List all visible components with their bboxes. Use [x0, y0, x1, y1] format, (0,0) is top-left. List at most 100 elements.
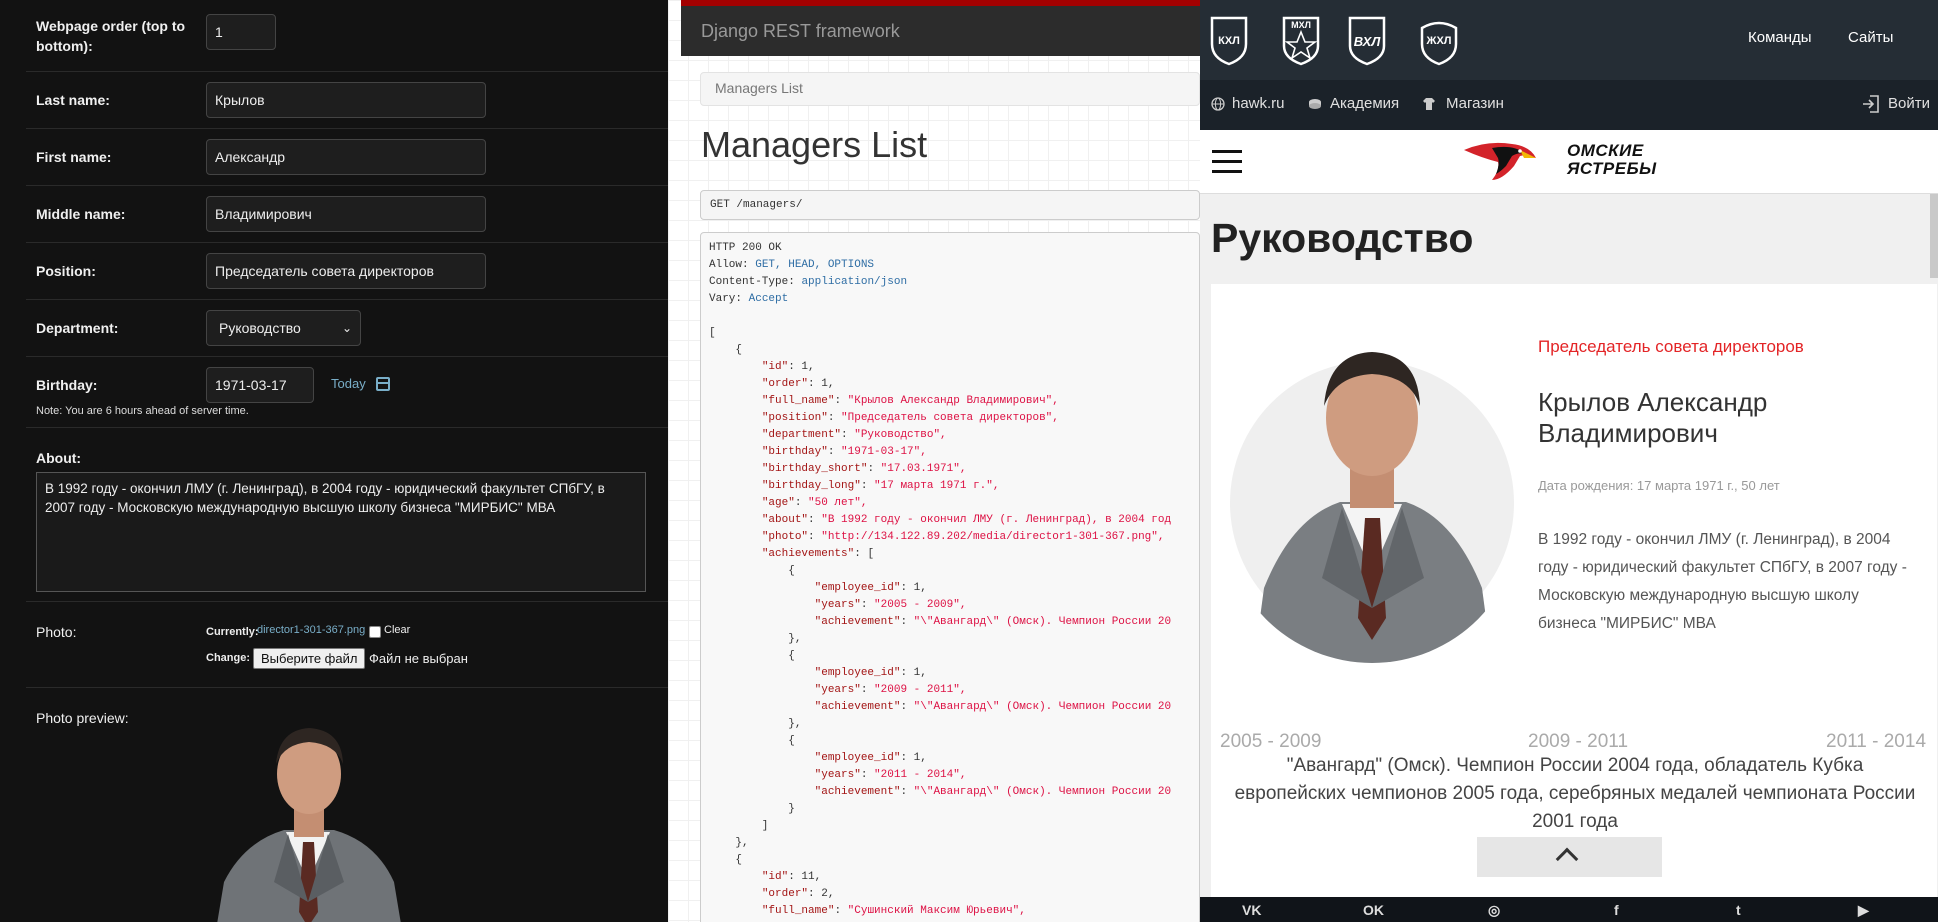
achievement-text: "Авангард" (Омск). Чемпион России 2004 г…: [1234, 755, 1916, 832]
twitter-icon[interactable]: t: [1736, 902, 1741, 918]
vk-icon[interactable]: VK: [1242, 902, 1261, 918]
portrait-image: [217, 728, 401, 922]
khl-logo-text: КХЛ: [1218, 35, 1240, 47]
year-range-1[interactable]: 2005 - 2009: [1220, 731, 1321, 753]
khl-logo-icon[interactable]: КХЛ: [1208, 14, 1250, 66]
chevron-up-icon: [1555, 847, 1579, 871]
drf-navbar: Django REST framework: [681, 6, 1200, 56]
photo-label: Photo:: [36, 624, 77, 640]
birthday-label: Birthday:: [36, 377, 98, 393]
json-line: },: [709, 718, 802, 730]
ok-icon[interactable]: OK: [1363, 902, 1384, 918]
year-range-2[interactable]: 2009 - 2011: [1528, 731, 1628, 753]
position-input[interactable]: [206, 253, 486, 289]
logo-line-2: ЯСТРЕБЫ: [1567, 159, 1657, 178]
json-line: "department": "Руководство",: [761, 429, 947, 441]
json-line: "birthday": "1971-03-17",: [761, 446, 927, 458]
birthday-row: Birthday: Today Note: You are 6 hours ah…: [26, 357, 668, 428]
order-input[interactable]: [206, 14, 276, 50]
vhl-logo-icon[interactable]: ВХЛ: [1346, 14, 1388, 66]
hawk-logo-icon[interactable]: [1462, 136, 1537, 182]
manager-name: Крылов Александр Владимирович: [1538, 387, 1768, 448]
json-line: "age": "50 лет",: [761, 497, 868, 509]
page-scrollbar[interactable]: [1930, 194, 1938, 278]
vary-value: Accept: [748, 293, 789, 305]
json-line: "position": "Председатель совета директо…: [761, 412, 1059, 424]
choose-file-button[interactable]: Выберите файл: [253, 648, 366, 669]
position-row: Position:: [26, 243, 668, 300]
youtube-icon[interactable]: ▶: [1858, 902, 1869, 919]
json-line: {: [709, 854, 743, 866]
facebook-icon[interactable]: f: [1614, 902, 1619, 918]
first-name-input[interactable]: [206, 139, 486, 175]
allow-value: GET, HEAD, OPTIONS: [755, 259, 875, 271]
json-line: "id": 11,: [761, 871, 822, 883]
breadcrumb-item[interactable]: Managers List: [715, 80, 803, 96]
manager-photo: [1222, 318, 1522, 678]
json-line: "birthday_short": "17.03.1971",: [761, 463, 967, 475]
json-line: "years": "2009 - 2011",: [814, 684, 967, 696]
hawk-logo-text[interactable]: ОМСКИЕ ЯСТРЕБЫ: [1567, 142, 1657, 178]
scroll-up-button[interactable]: [1477, 837, 1662, 877]
sub-link-academy[interactable]: Академия: [1330, 95, 1399, 112]
nav-sites[interactable]: Сайты: [1848, 29, 1893, 46]
drf-panel: Django REST framework Managers List Mana…: [668, 0, 1200, 922]
department-row: Department: Руководство ⌄: [26, 300, 668, 357]
zhl-logo-text: ЖХЛ: [1426, 35, 1452, 47]
json-line: "achievements": [: [761, 548, 875, 560]
photo-row: Photo: Currently: director1-301-367.png …: [26, 602, 668, 688]
zhl-logo-icon[interactable]: ЖХЛ: [1418, 14, 1460, 66]
last-name-row: Last name:: [26, 72, 668, 129]
json-line: },: [709, 633, 802, 645]
calendar-icon[interactable]: [376, 377, 390, 391]
json-line: "achievement": "\"Авангард\" (Омск). Чем…: [814, 786, 1172, 798]
jersey-icon: [1423, 98, 1435, 110]
current-file-link[interactable]: director1-301-367.png: [257, 624, 365, 636]
mhl-logo-icon[interactable]: МХЛ: [1280, 14, 1322, 66]
middle-name-row: Middle name:: [26, 186, 668, 243]
json-line: {: [709, 565, 795, 577]
section-title: Руководство: [1211, 215, 1474, 261]
json-line: "years": "2011 - 2014",: [814, 769, 967, 781]
json-line: "order": 2,: [761, 888, 835, 900]
vary-key: Vary:: [709, 293, 743, 305]
hawk-site: КХЛ МХЛ ВХЛ ЖХЛ Команды Сайты hawk.ru Ак…: [1200, 0, 1938, 922]
department-label: Department:: [36, 320, 119, 336]
last-name-input[interactable]: [206, 82, 486, 118]
department-select[interactable]: Руководство ⌄: [206, 310, 361, 346]
year-range-3[interactable]: 2011 - 2014: [1826, 731, 1926, 753]
content-type-value: application/json: [801, 276, 908, 288]
mhl-logo-text: МХЛ: [1291, 20, 1311, 30]
login-icon[interactable]: [1862, 94, 1880, 114]
instagram-icon[interactable]: ◎: [1488, 902, 1500, 919]
json-line: "photo": "http://134.122.89.202/media/di…: [761, 531, 1165, 543]
sub-link-shop[interactable]: Магазин: [1446, 95, 1504, 112]
breadcrumb: Managers List: [700, 72, 1200, 106]
response-content: HTTP 200 OK Allow: GET, HEAD, OPTIONS Co…: [709, 240, 1171, 920]
page-title: Managers List: [701, 124, 928, 165]
about-textarea[interactable]: В 1992 году - окончил ЛМУ (г. Ленинград)…: [36, 472, 646, 592]
json-line: {: [709, 735, 795, 747]
logo-line-1: ОМСКИЕ: [1567, 141, 1644, 160]
vhl-logo-text: ВХЛ: [1354, 34, 1382, 49]
sub-link-hawk[interactable]: hawk.ru: [1232, 95, 1285, 112]
login-link[interactable]: Войти: [1888, 95, 1930, 112]
json-line: "achievement": "\"Авангард\" (Омск). Чем…: [814, 616, 1172, 628]
nav-teams[interactable]: Команды: [1748, 29, 1812, 46]
clear-checkbox[interactable]: [369, 626, 381, 638]
json-line: "employee_id": 1,: [814, 667, 927, 679]
chevron-down-icon: ⌄: [341, 321, 352, 335]
department-select-value: Руководство: [219, 320, 301, 336]
content-type-key: Content-Type:: [709, 276, 795, 288]
middle-name-input[interactable]: [206, 196, 486, 232]
puck-icon: [1309, 99, 1321, 109]
admin-panel: Webpage order (top to bottom): Last name…: [0, 0, 668, 922]
drf-brand[interactable]: Django REST framework: [701, 21, 900, 42]
birthday-input[interactable]: [206, 367, 314, 403]
json-line: {: [709, 650, 795, 662]
first-name-label: First name:: [36, 149, 112, 165]
json-line: "birthday_long": "17 марта 1971 г.",: [761, 480, 1000, 492]
today-link[interactable]: Today: [331, 376, 366, 391]
allow-key: Allow:: [709, 259, 749, 271]
first-name-row: First name:: [26, 129, 668, 186]
